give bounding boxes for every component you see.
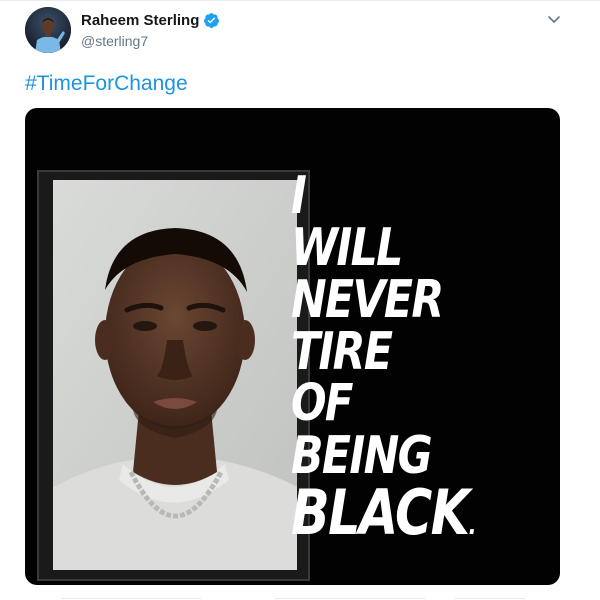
avatar-image (25, 7, 71, 53)
divider-segment (61, 598, 201, 599)
divider-segment (275, 598, 425, 599)
tweet-media-video[interactable]: I WILL NEVER TIRE OF BEING BLACK. (25, 108, 560, 585)
slogan-period: . (468, 511, 477, 541)
video-still-image (53, 180, 297, 570)
action-bar-divider (25, 590, 560, 600)
slogan-line: NEVER (291, 270, 444, 330)
display-name[interactable]: Raheem Sterling (81, 11, 199, 30)
verified-badge-icon (203, 12, 220, 29)
slogan-line-last: BLACK. (291, 482, 508, 557)
slogan-line: BEING (291, 426, 433, 486)
slogan-line: I (291, 166, 307, 226)
slogan-line: TIRE (291, 322, 393, 382)
slogan-last-word: BLACK (291, 476, 470, 549)
top-divider (0, 0, 600, 1)
display-name-row: Raheem Sterling (81, 11, 220, 30)
avatar[interactable] (25, 7, 71, 53)
hashtag-link[interactable]: #TimeForChange (25, 72, 188, 95)
video-frame (37, 170, 310, 581)
divider-segment (455, 598, 525, 599)
slogan-line: WILL (291, 218, 403, 278)
chevron-down-icon[interactable] (544, 12, 564, 28)
slogan-text: I WILL NEVER TIRE OF BEING BLACK. (291, 170, 508, 557)
slogan-line: OF (291, 374, 353, 433)
tweet-text: #TimeForChange (25, 70, 188, 98)
handle[interactable]: @sterling7 (81, 32, 220, 50)
tweet-author[interactable]: Raheem Sterling @sterling7 (81, 11, 220, 50)
